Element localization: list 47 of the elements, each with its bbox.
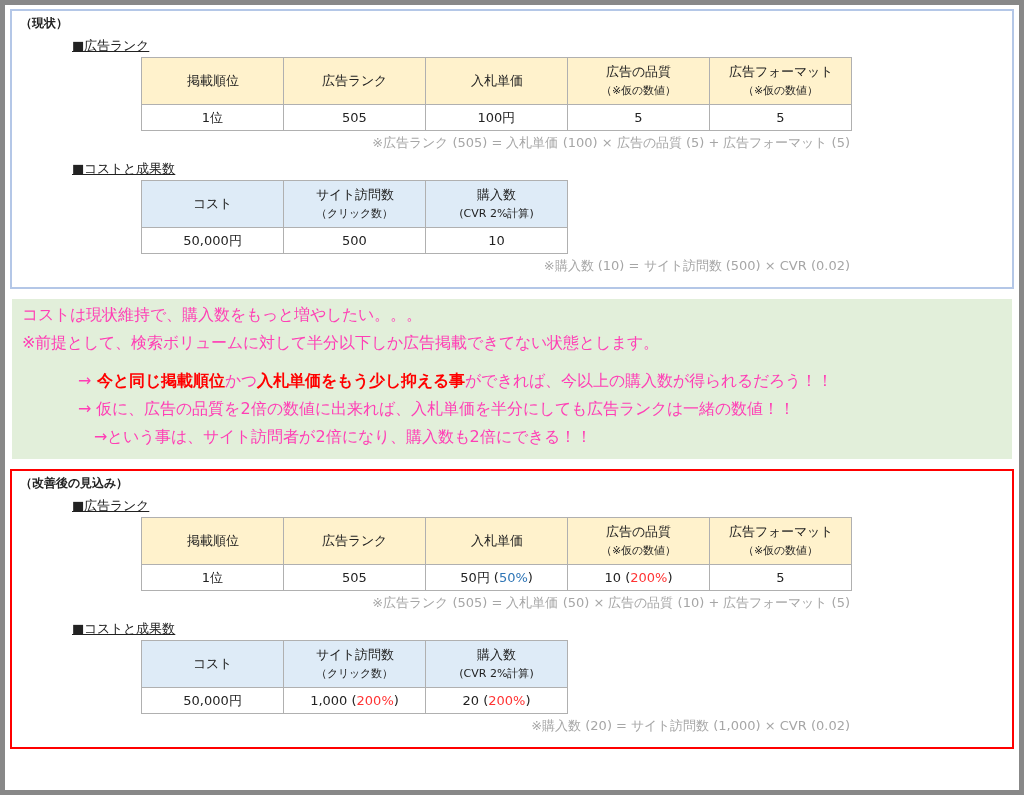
table-cell: 10 bbox=[425, 227, 568, 254]
message-line: ※前提として、検索ボリュームに対して半分以下しか広告掲載できてない状態とします。 bbox=[22, 332, 661, 354]
column-header: 入札単価 bbox=[425, 57, 568, 105]
table-cell: 100円 bbox=[425, 104, 568, 131]
column-header: 広告の品質 （※仮の数値） bbox=[567, 517, 710, 565]
table-cell: 1位 bbox=[141, 104, 284, 131]
column-header: 広告フォーマット （※仮の数値） bbox=[709, 517, 852, 565]
table-cell: 5 bbox=[709, 104, 852, 131]
column-header: 購入数 (CVR 2%計算) bbox=[425, 180, 568, 228]
table-cell: 1,000 (200%) bbox=[283, 687, 426, 714]
column-header: コスト bbox=[141, 180, 284, 228]
table-cell: 5 bbox=[567, 104, 710, 131]
column-header: 掲載順位 bbox=[141, 57, 284, 105]
table-heading: ■コストと成果数 bbox=[72, 160, 176, 178]
column-header: 広告ランク bbox=[283, 517, 426, 565]
message-line: コストは現状維持で、購入数をもっと増やしたい。。。 bbox=[22, 304, 423, 326]
table-cell: 505 bbox=[283, 564, 426, 591]
table-cell: 5 bbox=[709, 564, 852, 591]
formula-note: ※広告ランク (505) = 入札単価 (50) × 広告の品質 (10) + 広告フォーマット (5) bbox=[371, 594, 850, 612]
formula-note: ※広告ランク (505) = 入札単価 (100) × 広告の品質 (5) + 広告フォーマット (5) bbox=[371, 134, 850, 152]
column-header: 購入数 (CVR 2%計算) bbox=[425, 640, 568, 688]
formula-note: ※購入数 (10) = サイト訪問数 (500) × CVR (0.02) bbox=[542, 257, 850, 275]
section-title: （改善後の見込み） bbox=[20, 475, 128, 491]
message-line: →という事は、サイト訪問者が2倍になり、購入数も2倍にできる！！ bbox=[93, 426, 593, 448]
message-line: → 今と同じ掲載順位かつ入札単価をもう少し抑える事ができれば、今以上の購入数が得られるだろう！！ bbox=[77, 370, 834, 392]
table-heading: ■広告ランク bbox=[72, 37, 150, 55]
column-header: 広告の品質 （※仮の数値） bbox=[567, 57, 710, 105]
formula-note: ※購入数 (20) = サイト訪問数 (1,000) × CVR (0.02) bbox=[530, 717, 850, 735]
table-cell: 10 (200%) bbox=[567, 564, 710, 591]
column-header: 広告フォーマット （※仮の数値） bbox=[709, 57, 852, 105]
table-cell: 50円 (50%) bbox=[425, 564, 568, 591]
table-cell: 505 bbox=[283, 104, 426, 131]
table-cell: 1位 bbox=[141, 564, 284, 591]
table-cell: 50,000円 bbox=[141, 227, 284, 254]
message-line: → 仮に、広告の品質を2倍の数値に出来れば、入札単価を半分にしても広告ランクは一緒の数値！！ bbox=[77, 398, 796, 420]
column-header: 掲載順位 bbox=[141, 517, 284, 565]
column-header: コスト bbox=[141, 640, 284, 688]
table-heading: ■コストと成果数 bbox=[72, 620, 176, 638]
column-header: サイト訪問数 （クリック数） bbox=[283, 640, 426, 688]
column-header: サイト訪問数 （クリック数） bbox=[283, 180, 426, 228]
table-cell: 20 (200%) bbox=[425, 687, 568, 714]
table-heading: ■広告ランク bbox=[72, 497, 150, 515]
column-header: 入札単価 bbox=[425, 517, 568, 565]
table-cell: 50,000円 bbox=[141, 687, 284, 714]
column-header: 広告ランク bbox=[283, 57, 426, 105]
section-title: （現状） bbox=[20, 15, 68, 31]
table-cell: 500 bbox=[283, 227, 426, 254]
